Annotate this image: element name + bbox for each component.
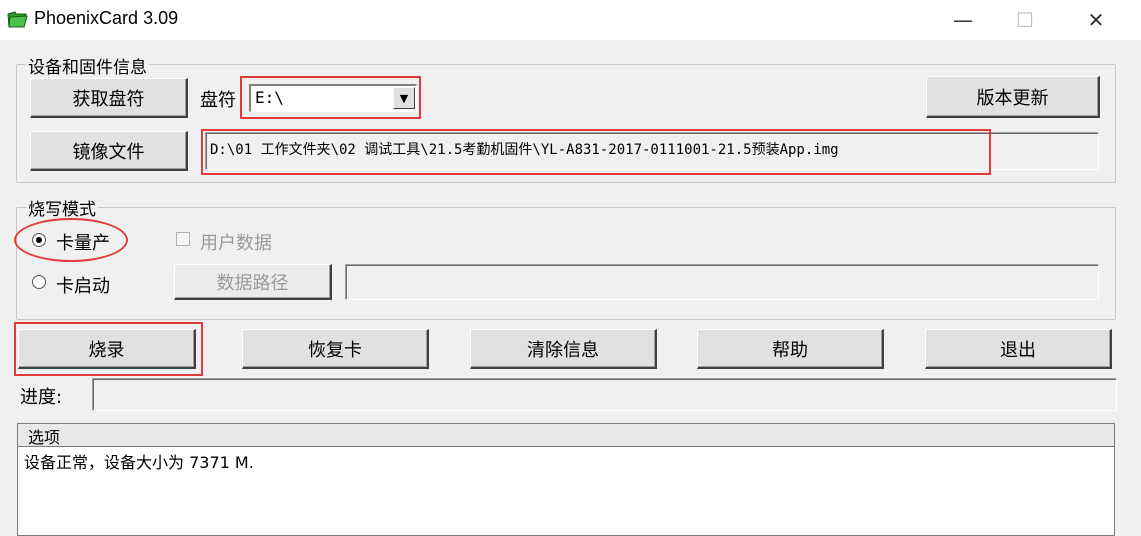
log-list: 设备正常，设备大小为 7371 M. bbox=[17, 446, 1115, 536]
window-title: PhoenixCard 3.09 bbox=[34, 8, 179, 28]
help-button[interactable]: 帮助 bbox=[697, 329, 884, 369]
title-bar: PhoenixCard 3.09 — ☐ ✕ bbox=[0, 0, 1141, 40]
progress-bar bbox=[92, 378, 1117, 411]
burn-highlight-box bbox=[14, 322, 203, 376]
device-firmware-group-title: 设备和固件信息 bbox=[26, 53, 149, 78]
restore-card-button[interactable]: 恢复卡 bbox=[242, 329, 429, 369]
card-boot-label[interactable]: 卡启动 bbox=[56, 272, 110, 298]
log-column-header[interactable]: 选项 bbox=[17, 423, 1115, 447]
log-line: 设备正常，设备大小为 7371 M. bbox=[24, 453, 254, 472]
image-path-highlight-box bbox=[201, 129, 991, 175]
image-file-button[interactable]: 镜像文件 bbox=[30, 131, 188, 171]
card-boot-radio[interactable] bbox=[32, 275, 46, 289]
data-path-button[interactable]: 数据路径 bbox=[174, 264, 332, 300]
minimize-button[interactable]: — bbox=[940, 0, 986, 40]
drive-highlight-box bbox=[240, 76, 421, 119]
app-folder-icon bbox=[6, 8, 28, 30]
progress-label: 进度: bbox=[20, 387, 63, 408]
get-drive-button[interactable]: 获取盘符 bbox=[30, 78, 188, 118]
clear-info-button[interactable]: 清除信息 bbox=[470, 329, 657, 369]
burn-mode-group-title: 烧写模式 bbox=[26, 195, 98, 220]
user-data-checkbox[interactable] bbox=[176, 232, 190, 246]
close-button[interactable]: ✕ bbox=[1073, 0, 1119, 40]
mass-production-highlight-ellipse bbox=[14, 218, 128, 262]
exit-button[interactable]: 退出 bbox=[925, 329, 1112, 369]
drive-label: 盘符 bbox=[200, 90, 236, 111]
data-path-field[interactable] bbox=[345, 264, 1099, 300]
user-data-label: 用户数据 bbox=[200, 233, 272, 254]
maximize-button[interactable]: ☐ bbox=[1002, 0, 1048, 40]
version-update-button[interactable]: 版本更新 bbox=[926, 76, 1100, 118]
